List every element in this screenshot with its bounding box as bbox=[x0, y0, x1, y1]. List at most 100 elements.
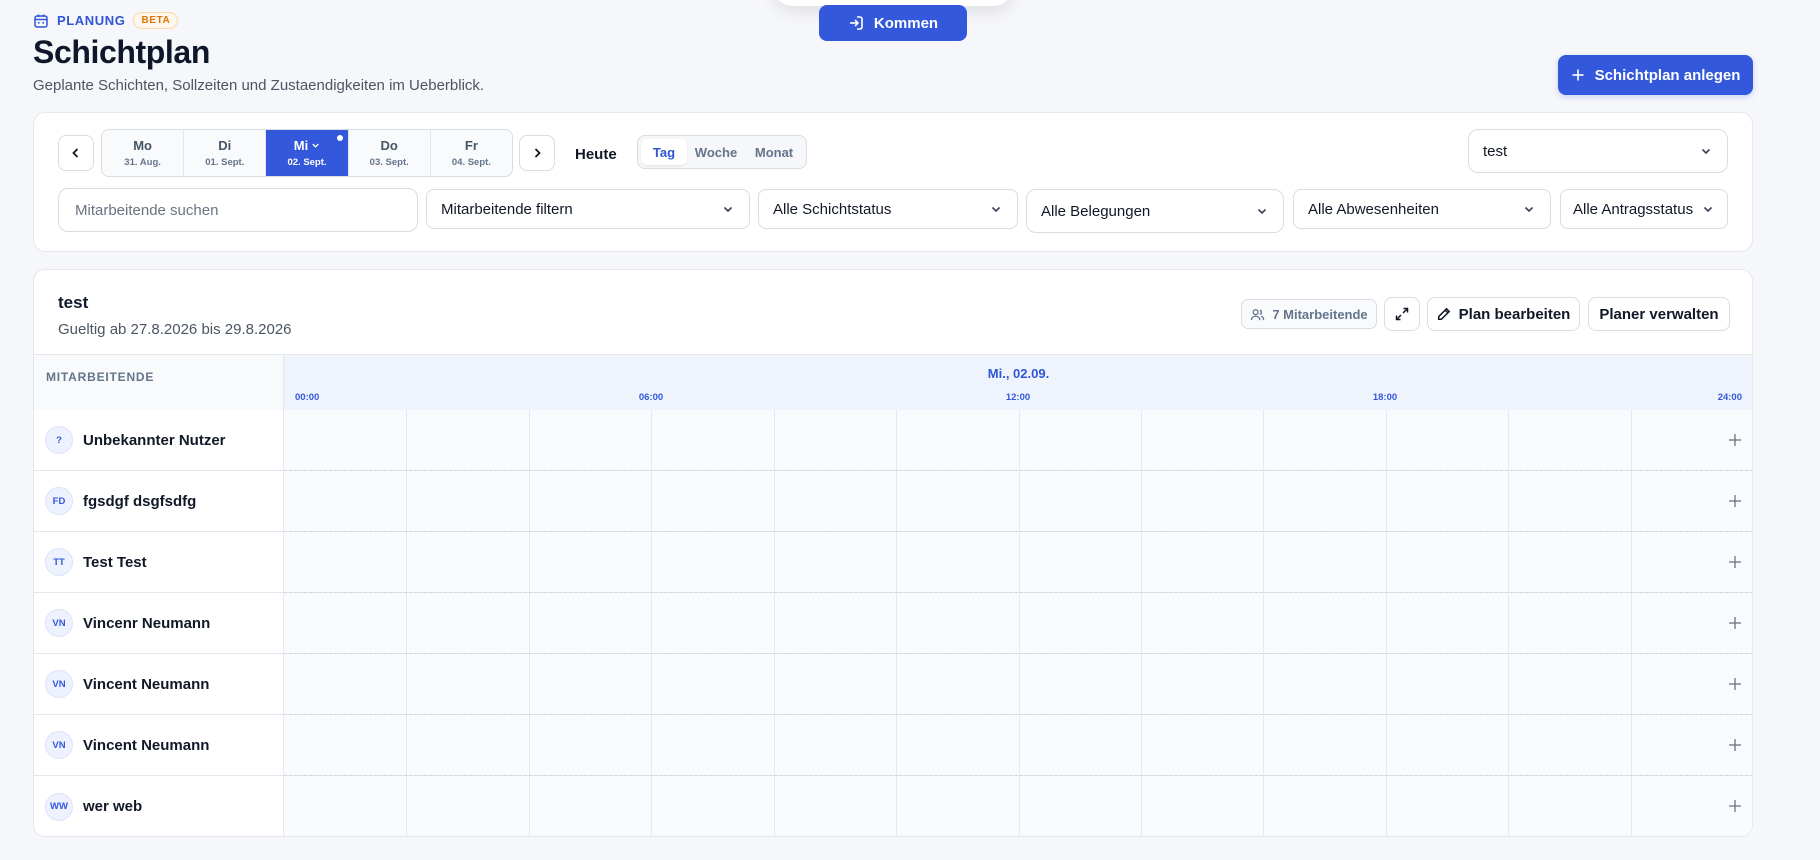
employee-name: Vincent Neumann bbox=[83, 675, 210, 693]
grid-line bbox=[1141, 471, 1142, 531]
add-shift-icon[interactable] bbox=[1727, 798, 1743, 814]
grid-line bbox=[1019, 654, 1020, 714]
grid-line bbox=[1263, 654, 1264, 714]
grid-line bbox=[1263, 532, 1264, 592]
grid-line bbox=[1141, 410, 1142, 470]
absence-select[interactable]: Alle Abwesenheiten bbox=[1293, 189, 1551, 229]
table-row: VN Vincent Neumann bbox=[34, 715, 1752, 776]
grid-line bbox=[774, 776, 775, 836]
occupancy-select[interactable]: Alle Belegungen bbox=[1026, 189, 1284, 233]
grid-line bbox=[1386, 776, 1387, 836]
timeline-header: MITARBEITENDE Mi., 02.09. 00:00 06:00 12… bbox=[34, 354, 1752, 410]
employee-name: fgsdgf dsgfsdfg bbox=[83, 492, 197, 510]
users-icon bbox=[1251, 308, 1265, 320]
grid-line bbox=[896, 532, 897, 592]
shift-timeline[interactable] bbox=[284, 715, 1752, 776]
select-value: Alle Schichtstatus bbox=[773, 200, 892, 218]
add-shift-icon[interactable] bbox=[1727, 493, 1743, 509]
pencil-icon bbox=[1437, 307, 1450, 321]
grid-line bbox=[529, 471, 530, 531]
plan-select-value: test bbox=[1483, 142, 1508, 160]
view-tab-monat[interactable]: Monat bbox=[745, 139, 803, 165]
grid-line bbox=[1019, 715, 1020, 775]
avatar: VN bbox=[45, 609, 73, 637]
add-shift-icon[interactable] bbox=[1727, 432, 1743, 448]
shift-timeline[interactable] bbox=[284, 654, 1752, 715]
grid-line bbox=[651, 532, 652, 592]
day-tab-di[interactable]: Di 01. Sept. bbox=[184, 130, 267, 176]
day-tab-mo[interactable]: Mo 31. Aug. bbox=[102, 130, 185, 176]
grid-line bbox=[529, 410, 530, 470]
page-title: Schichtplan bbox=[33, 34, 210, 70]
kommen-button[interactable]: Kommen bbox=[819, 5, 967, 41]
grid-line bbox=[1141, 654, 1142, 714]
plan-select[interactable]: test bbox=[1468, 129, 1728, 173]
view-tab-woche[interactable]: Woche bbox=[687, 139, 745, 165]
shift-timeline[interactable] bbox=[284, 593, 1752, 654]
grid-line bbox=[1386, 654, 1387, 714]
manage-planner-button[interactable]: Planer verwalten bbox=[1588, 297, 1730, 331]
time-tick: 24:00 bbox=[1717, 392, 1742, 403]
shift-timeline[interactable] bbox=[284, 532, 1752, 593]
expand-icon bbox=[1395, 307, 1409, 321]
today-button[interactable]: Heute bbox=[575, 146, 617, 163]
add-shift-icon[interactable] bbox=[1727, 554, 1743, 570]
grid-line bbox=[1141, 776, 1142, 836]
view-tab-tag[interactable]: Tag bbox=[641, 139, 687, 165]
select-value: Alle Antragsstatus bbox=[1573, 200, 1694, 218]
timeline-date: Mi., 02.09. bbox=[987, 366, 1050, 381]
grid-line bbox=[1386, 593, 1387, 653]
grid-line bbox=[1263, 593, 1264, 653]
chevron-down-icon bbox=[1701, 148, 1711, 155]
grid-line bbox=[1019, 532, 1020, 592]
add-shift-icon[interactable] bbox=[1727, 615, 1743, 631]
grid-line bbox=[1508, 471, 1509, 531]
request-status-select[interactable]: Alle Antragsstatus bbox=[1560, 189, 1728, 229]
grid-line bbox=[651, 471, 652, 531]
day-date: 04. Sept. bbox=[451, 157, 491, 168]
time-tick: 00:00 bbox=[295, 392, 320, 403]
employee-filter-select[interactable]: Mitarbeitende filtern bbox=[426, 189, 750, 229]
grid-line bbox=[529, 654, 530, 714]
select-value: Alle Abwesenheiten bbox=[1308, 200, 1439, 218]
grid-line bbox=[896, 715, 897, 775]
plan-title: test bbox=[58, 293, 89, 312]
avatar: FD bbox=[45, 487, 73, 515]
table-row: VN Vincenr Neumann bbox=[34, 593, 1752, 654]
employee-search-input[interactable] bbox=[58, 188, 418, 232]
prev-week-button[interactable] bbox=[58, 135, 94, 171]
grid-line bbox=[1508, 410, 1509, 470]
day-name: Fr bbox=[464, 138, 478, 153]
grid-line bbox=[1631, 593, 1632, 653]
view-switcher: Tag Woche Monat bbox=[637, 135, 807, 169]
day-tab-do[interactable]: Do 03. Sept. bbox=[348, 130, 431, 176]
next-week-button[interactable] bbox=[519, 135, 555, 171]
grid-line bbox=[774, 471, 775, 531]
expand-button[interactable] bbox=[1384, 297, 1420, 331]
grid-line bbox=[1386, 715, 1387, 775]
grid-line bbox=[529, 532, 530, 592]
day-date: 31. Aug. bbox=[124, 157, 161, 168]
employee-name: Vincent Neumann bbox=[83, 736, 210, 754]
day-name-wrap: Mi bbox=[294, 138, 320, 153]
shift-timeline[interactable] bbox=[284, 410, 1752, 471]
add-shift-icon[interactable] bbox=[1727, 737, 1743, 753]
table-row: WW wer web bbox=[34, 776, 1752, 836]
eyebrow: PLANUNG BETA bbox=[33, 12, 179, 29]
chevron-down-icon bbox=[723, 206, 733, 213]
page-subtitle: Geplante Schichten, Sollzeiten und Zusta… bbox=[33, 77, 485, 94]
create-schichtplan-button[interactable]: Schichtplan anlegen bbox=[1558, 55, 1753, 95]
time-tick: 06:00 bbox=[638, 392, 664, 403]
calendar-icon bbox=[33, 13, 49, 29]
grid-line bbox=[406, 410, 407, 470]
add-shift-icon[interactable] bbox=[1727, 676, 1743, 692]
employee-cell: WW wer web bbox=[34, 776, 284, 836]
shift-timeline[interactable] bbox=[284, 471, 1752, 532]
employee-cell: ? Unbekannter Nutzer bbox=[34, 410, 284, 470]
day-tab-fr[interactable]: Fr 04. Sept. bbox=[430, 130, 512, 176]
shift-timeline[interactable] bbox=[284, 776, 1752, 836]
edit-plan-button[interactable]: Plan bearbeiten bbox=[1427, 297, 1580, 331]
day-tab-mi[interactable]: Mi 02. Sept. bbox=[266, 130, 349, 176]
shift-status-select[interactable]: Alle Schichtstatus bbox=[758, 189, 1018, 229]
grid-line bbox=[651, 776, 652, 836]
